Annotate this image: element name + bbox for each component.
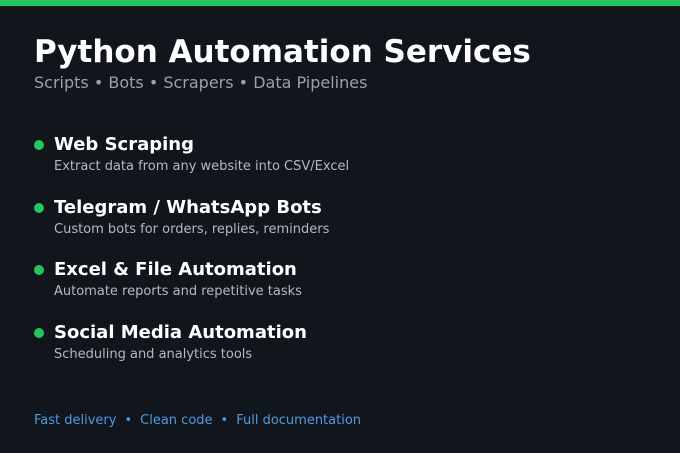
footer-item-clean-code: Clean code: [140, 413, 213, 428]
service-item-social-media: Social Media Automation Scheduling and a…: [34, 322, 654, 385]
service-title: Telegram / WhatsApp Bots: [54, 196, 322, 218]
service-description: Scheduling and analytics tools: [54, 346, 253, 362]
footer-item-fast-delivery: Fast delivery: [34, 413, 117, 428]
page-subtitle: Scripts • Bots • Scrapers • Data Pipelin…: [34, 73, 368, 92]
service-title: Excel & File Automation: [54, 259, 297, 280]
top-accent-bar: [0, 0, 680, 6]
bullet-dot-icon: [34, 140, 44, 150]
service-description: Automate reports and repetitive tasks: [54, 284, 302, 299]
page-title: Python Automation Services: [34, 34, 531, 70]
bullet-dot-icon: [34, 327, 44, 338]
footer-item-documentation: Full documentation: [236, 413, 362, 428]
bullet-dot-icon: [34, 202, 44, 213]
service-title: Web Scraping: [54, 134, 194, 155]
service-description: Custom bots for orders, replies, reminde…: [54, 221, 330, 237]
service-title: Social Media Automation: [54, 321, 307, 343]
footer-features: Fast delivery • Clean code • Full documentat…: [34, 412, 361, 430]
service-item-excel-automation: Excel & File Automation Automate reports…: [34, 259, 654, 322]
footer-separator: •: [220, 413, 229, 428]
service-item-web-scraping: Web Scraping Extract data from any websi…: [34, 134, 654, 197]
services-list: Web Scraping Extract data from any websi…: [34, 134, 654, 384]
footer-separator: •: [124, 413, 133, 428]
bullet-dot-icon: [34, 265, 44, 275]
service-description: Extract data from any website into CSV/E…: [54, 159, 350, 174]
service-item-bots: Telegram / WhatsApp Bots Custom bots for…: [34, 197, 654, 260]
